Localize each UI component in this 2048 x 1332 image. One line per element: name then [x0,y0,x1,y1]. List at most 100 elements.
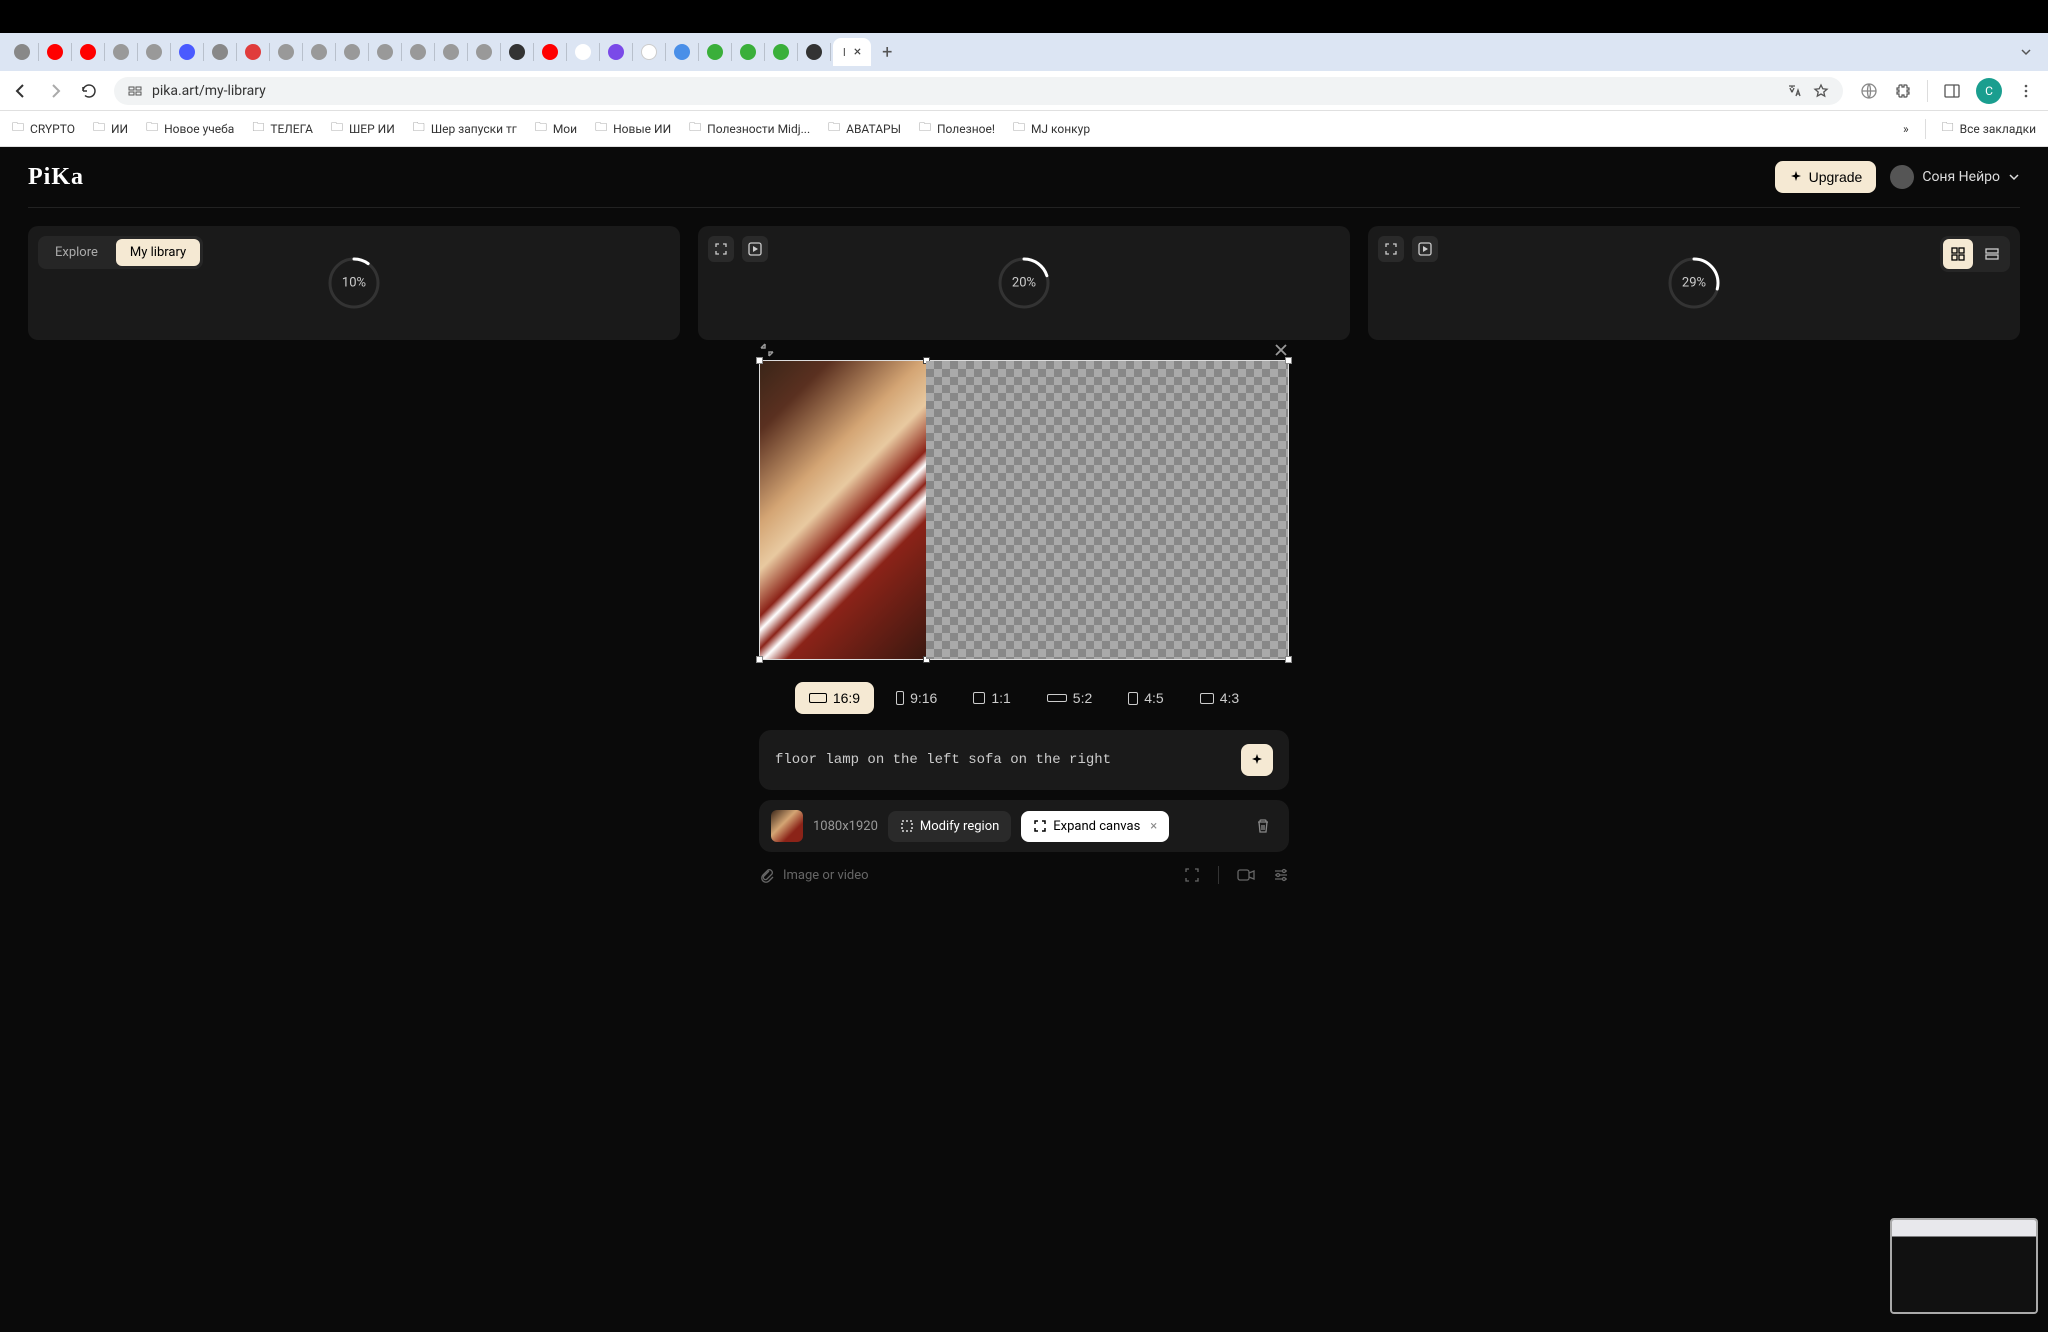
bookmark-star-icon[interactable] [1813,83,1829,99]
browser-tab[interactable] [602,40,630,64]
resize-handle[interactable] [756,656,763,663]
aspect-9-16[interactable]: 9:16 [882,682,951,714]
modify-region-button[interactable]: Modify region [888,811,1011,842]
bookmark-item[interactable]: 🗀ИИ [93,118,128,139]
url-bar[interactable]: pika.art/my-library [114,77,1843,105]
delete-button[interactable] [1249,812,1277,840]
browser-tab[interactable] [767,40,795,64]
tab-explore[interactable]: Explore [41,239,112,266]
progress-card: Explore My library 10% [28,226,680,340]
bookmark-item[interactable]: 🗀ТЕЛЕГА [252,118,313,139]
folder-icon: 🗀 [828,118,840,139]
expand-icon[interactable] [708,236,734,262]
folder-icon: 🗀 [689,118,701,139]
tab-my-library[interactable]: My library [116,239,200,266]
canvas[interactable] [759,360,1289,660]
browser-tab[interactable] [635,40,663,64]
collapse-icon[interactable] [759,342,775,358]
attachment-icon[interactable] [759,867,775,883]
browser-tab[interactable] [470,40,498,64]
bookmarks-overflow[interactable]: » [1903,122,1909,136]
browser-tab[interactable] [206,40,234,64]
canvas-container [759,360,1289,660]
list-view-button[interactable] [1977,239,2007,269]
back-button[interactable] [12,82,30,100]
bookmark-item[interactable]: 🗀Новое учеба [146,118,234,139]
browser-tab[interactable] [41,40,69,64]
bookmark-item[interactable]: 🗀Новые ИИ [595,118,671,139]
aspect-4-3[interactable]: 4:3 [1186,682,1253,714]
play-icon[interactable] [742,236,768,262]
aspect-16-9[interactable]: 16:9 [795,682,874,714]
browser-tab[interactable] [569,40,597,64]
all-bookmarks[interactable]: 🗀Все закладки [1942,118,2036,139]
bookmark-item[interactable]: 🗀Мои [535,118,577,139]
expand-canvas-button[interactable]: Expand canvas × [1021,811,1169,842]
close-icon[interactable]: × [854,44,861,60]
bookmark-item[interactable]: 🗀Шер запуски тг [413,118,517,139]
play-icon[interactable] [1412,236,1438,262]
browser-tab[interactable] [173,40,201,64]
browser-tab-active[interactable]: l× [833,38,871,66]
site-info-icon[interactable] [128,84,142,98]
browser-tab[interactable] [8,40,36,64]
browser-tab[interactable] [503,40,531,64]
extensions-icon[interactable] [1893,81,1913,101]
browser-tab[interactable] [668,40,696,64]
folder-icon: 🗀 [93,118,105,139]
browser-tab[interactable] [107,40,135,64]
sidepanel-icon[interactable] [1942,81,1962,101]
image-thumbnail[interactable] [771,810,803,842]
enhance-button[interactable] [1241,744,1273,776]
bookmark-item[interactable]: 🗀Полезное! [919,118,995,139]
fullscreen-icon[interactable] [1184,867,1200,883]
aspect-1-1[interactable]: 1:1 [959,682,1024,714]
close-icon[interactable] [1273,342,1289,358]
browser-tab[interactable] [701,40,729,64]
aspect-5-2[interactable]: 5:2 [1033,682,1106,714]
logo[interactable]: PiKa [28,164,84,191]
browser-tab[interactable] [338,40,366,64]
resize-handle[interactable] [1285,656,1292,663]
browser-tab[interactable] [437,40,465,64]
source-image[interactable] [760,361,926,659]
sparkle-icon [1789,170,1803,184]
browser-tab[interactable] [404,40,432,64]
browser-tab[interactable] [800,40,828,64]
bookmark-item[interactable]: 🗀АВАТАРЫ [828,118,901,139]
translate-icon[interactable] [1787,83,1803,99]
bookmark-item[interactable]: 🗀ШЕР ИИ [331,118,395,139]
aspect-4-5[interactable]: 4:5 [1114,682,1177,714]
picture-in-picture[interactable] [1890,1218,2038,1314]
new-tab-button[interactable]: + [873,38,901,66]
settings-icon[interactable] [1273,867,1289,883]
bookmark-item[interactable]: 🗀CRYPTO [12,118,75,139]
user-menu[interactable]: Соня Нейро [1890,165,2020,189]
resize-handle[interactable] [1285,357,1292,364]
resize-handle[interactable] [756,357,763,364]
browser-tab[interactable] [272,40,300,64]
globe-icon[interactable] [1859,81,1879,101]
tabs-dropdown[interactable] [2012,42,2040,62]
profile-avatar[interactable]: C [1976,78,2002,104]
browser-tab[interactable] [239,40,267,64]
browser-tab[interactable] [74,40,102,64]
browser-tab[interactable] [734,40,762,64]
folder-icon: 🗀 [331,118,343,139]
menu-icon[interactable] [2016,81,2036,101]
folder-icon: 🗀 [1013,118,1025,139]
browser-tab[interactable] [140,40,168,64]
forward-button[interactable] [46,82,64,100]
expand-icon[interactable] [1378,236,1404,262]
video-icon[interactable] [1237,868,1255,882]
browser-tab[interactable] [371,40,399,64]
grid-view-button[interactable] [1943,239,1973,269]
bookmark-item[interactable]: 🗀Полезности Midj... [689,118,810,139]
browser-tab[interactable] [536,40,564,64]
browser-tab[interactable] [305,40,333,64]
close-icon[interactable]: × [1150,819,1157,834]
upgrade-button[interactable]: Upgrade [1775,161,1877,193]
bookmark-item[interactable]: 🗀MJ конкур [1013,118,1090,139]
prompt-input[interactable] [775,752,1231,768]
reload-button[interactable] [80,82,98,100]
